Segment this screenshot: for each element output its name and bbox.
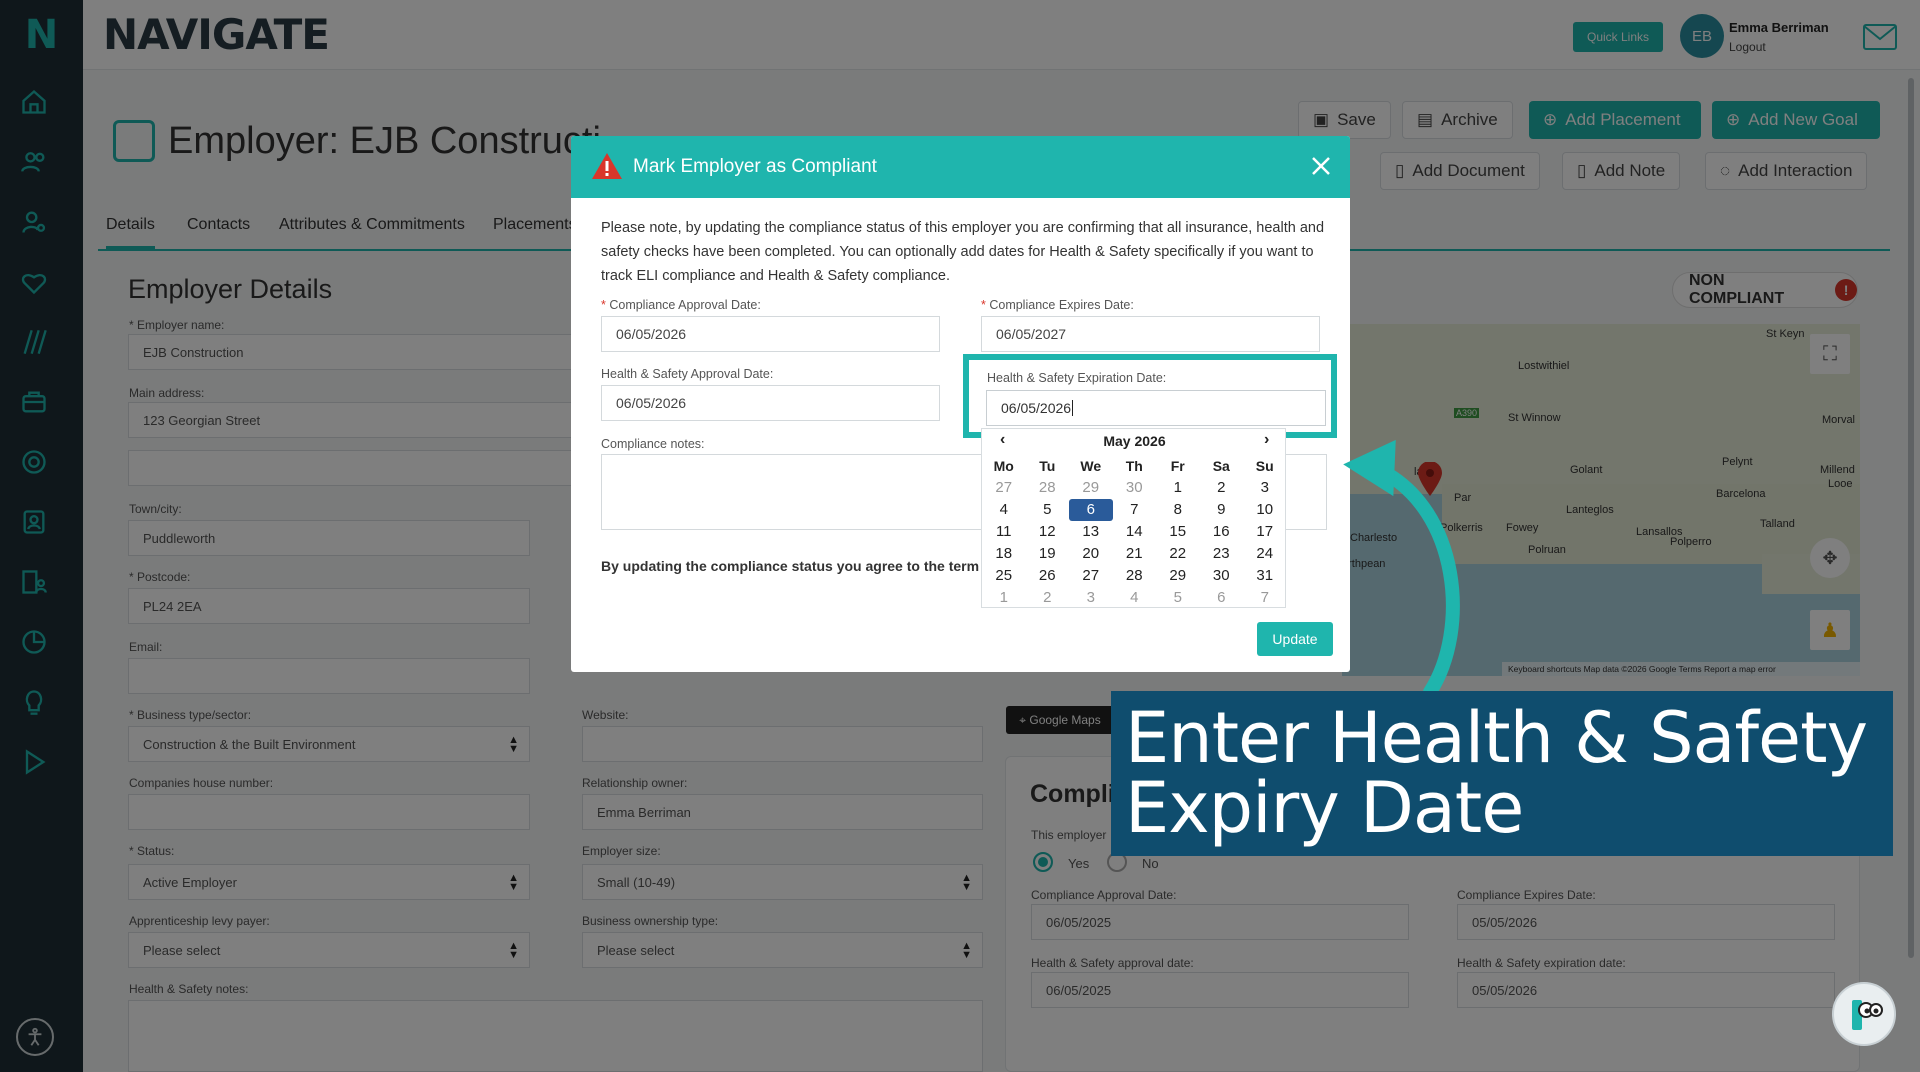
day-cell[interactable]: 15 [1156, 521, 1200, 543]
day-cell[interactable]: 22 [1156, 543, 1200, 565]
day-cell[interactable]: 19 [1026, 543, 1070, 565]
day-cell[interactable]: 29 [1069, 477, 1113, 499]
day-cell[interactable]: 27 [982, 477, 1026, 499]
week-row: 4 5 6 7 8 9 10 [982, 499, 1287, 521]
day-cell[interactable]: 1 [1156, 477, 1200, 499]
day-cell[interactable]: 25 [982, 565, 1026, 587]
week-row: 1234567 [982, 587, 1287, 609]
day-cell[interactable]: 7 [1243, 587, 1287, 609]
week-row: 18 19 20 21 22 23 24 [982, 543, 1287, 565]
hs-approval-date-label: Health & Safety Approval Date: [601, 367, 774, 381]
weekday-label: Fr [1170, 458, 1185, 474]
day-cell[interactable]: 16 [1200, 521, 1244, 543]
agree-text: By updating the compliance status you ag… [601, 558, 980, 574]
hs-expiration-highlight: Health & Safety Expiration Date: 06/05/2… [963, 354, 1337, 438]
day-cell[interactable]: 27 [1069, 565, 1113, 587]
weekday-label: Sa [1212, 458, 1230, 474]
day-cell[interactable]: 4 [1113, 587, 1157, 609]
expires-date-input[interactable]: 06/05/2027 [981, 316, 1320, 352]
day-cell[interactable]: 13 [1069, 521, 1113, 543]
day-cell[interactable]: 11 [982, 521, 1026, 543]
callout-line2: Expiry Date [1125, 767, 1524, 849]
expires-date-label: * Compliance Expires Date: [981, 298, 1134, 312]
callout-text: Enter Health & Safety Expiry Date [1125, 703, 1868, 843]
assistant-icon[interactable] [1832, 982, 1896, 1046]
tutorial-callout: Enter Health & Safety Expiry Date [1111, 691, 1893, 856]
day-cell[interactable]: 17 [1243, 521, 1287, 543]
day-cell[interactable]: 3 [1069, 587, 1113, 609]
day-cell[interactable]: 21 [1113, 543, 1157, 565]
next-month-icon[interactable]: › [1264, 431, 1269, 449]
day-cell[interactable]: 4 [982, 499, 1026, 521]
close-icon[interactable] [1309, 154, 1333, 178]
day-cell[interactable]: 7 [1113, 499, 1157, 521]
day-cell[interactable]: 31 [1243, 565, 1287, 587]
weekday-label: We [1080, 458, 1102, 474]
day-cell[interactable]: 2 [1026, 587, 1070, 609]
approval-date-label: * Compliance Approval Date: [601, 298, 761, 312]
week-row: 25 26 27 28 29 30 31 [982, 565, 1287, 587]
week-row: 27 28 29 30 1 2 3 [982, 477, 1287, 499]
modal-header: Mark Employer as Compliant [571, 136, 1350, 198]
hs-expiration-value: 06/05/2026 [1001, 400, 1072, 416]
datepicker: ‹ May 2026 › Mo Tu We Th Fr Sa Su 27 28 29 30 1 2 3 4 5… [981, 428, 1286, 608]
weekday-label: Tu [1039, 458, 1056, 474]
day-cell[interactable]: 30 [1113, 477, 1157, 499]
day-cell[interactable]: 1 [982, 587, 1026, 609]
day-cell[interactable]: 12 [1026, 521, 1070, 543]
compliance-notes-label: Compliance notes: [601, 437, 705, 451]
day-cell[interactable]: 18 [982, 543, 1026, 565]
day-cell[interactable]: 30 [1200, 565, 1244, 587]
day-cell[interactable]: 28 [1113, 565, 1157, 587]
weekday-label: Th [1125, 458, 1143, 474]
day-cell[interactable]: 26 [1026, 565, 1070, 587]
datepicker-grid: Mo Tu We Th Fr Sa Su 27 28 29 30 1 2 3 4 5 6 7 8 9 10 11 12 13 1… [982, 455, 1287, 609]
hs-approval-date-input[interactable]: 06/05/2026 [601, 385, 940, 421]
day-cell[interactable]: 14 [1113, 521, 1157, 543]
modal-title: Mark Employer as Compliant [633, 156, 877, 177]
day-cell[interactable]: 6 [1200, 587, 1244, 609]
day-cell[interactable]: 5 [1026, 499, 1070, 521]
week-row: 11 12 13 14 15 16 17 [982, 521, 1287, 543]
weekday-label: Su [1255, 458, 1274, 474]
arrow-icon [1343, 439, 1460, 699]
approval-date-input[interactable]: 06/05/2026 [601, 316, 940, 352]
day-cell[interactable]: 8 [1156, 499, 1200, 521]
day-cell[interactable]: 10 [1243, 499, 1287, 521]
hs-expiration-date-label: Health & Safety Expiration Date: [987, 371, 1167, 385]
mascot-icon [1852, 1000, 1883, 1030]
day-cell[interactable]: 2 [1200, 477, 1244, 499]
expires-date-label-text: Compliance Expires Date: [989, 298, 1134, 312]
text-cursor [1072, 400, 1074, 416]
day-cell[interactable]: 5 [1156, 587, 1200, 609]
day-cell[interactable]: 29 [1156, 565, 1200, 587]
day-cell-selected[interactable]: 6 [1069, 499, 1113, 521]
hs-expiration-date-input[interactable]: 06/05/2026 [986, 390, 1326, 426]
weekday-row: Mo Tu We Th Fr Sa Su [982, 455, 1287, 477]
day-cell[interactable]: 9 [1200, 499, 1244, 521]
modal-description: Please note, by updating the compliance … [601, 220, 1325, 284]
warning-icon [592, 153, 622, 179]
approval-date-label-text: Compliance Approval Date: [609, 298, 761, 312]
datepicker-month[interactable]: May 2026 [982, 433, 1287, 449]
day-cell[interactable]: 24 [1243, 543, 1287, 565]
day-cell[interactable]: 20 [1069, 543, 1113, 565]
day-cell[interactable]: 23 [1200, 543, 1244, 565]
weekday-label: Mo [993, 458, 1014, 474]
day-cell[interactable]: 3 [1243, 477, 1287, 499]
day-cell[interactable]: 28 [1026, 477, 1070, 499]
